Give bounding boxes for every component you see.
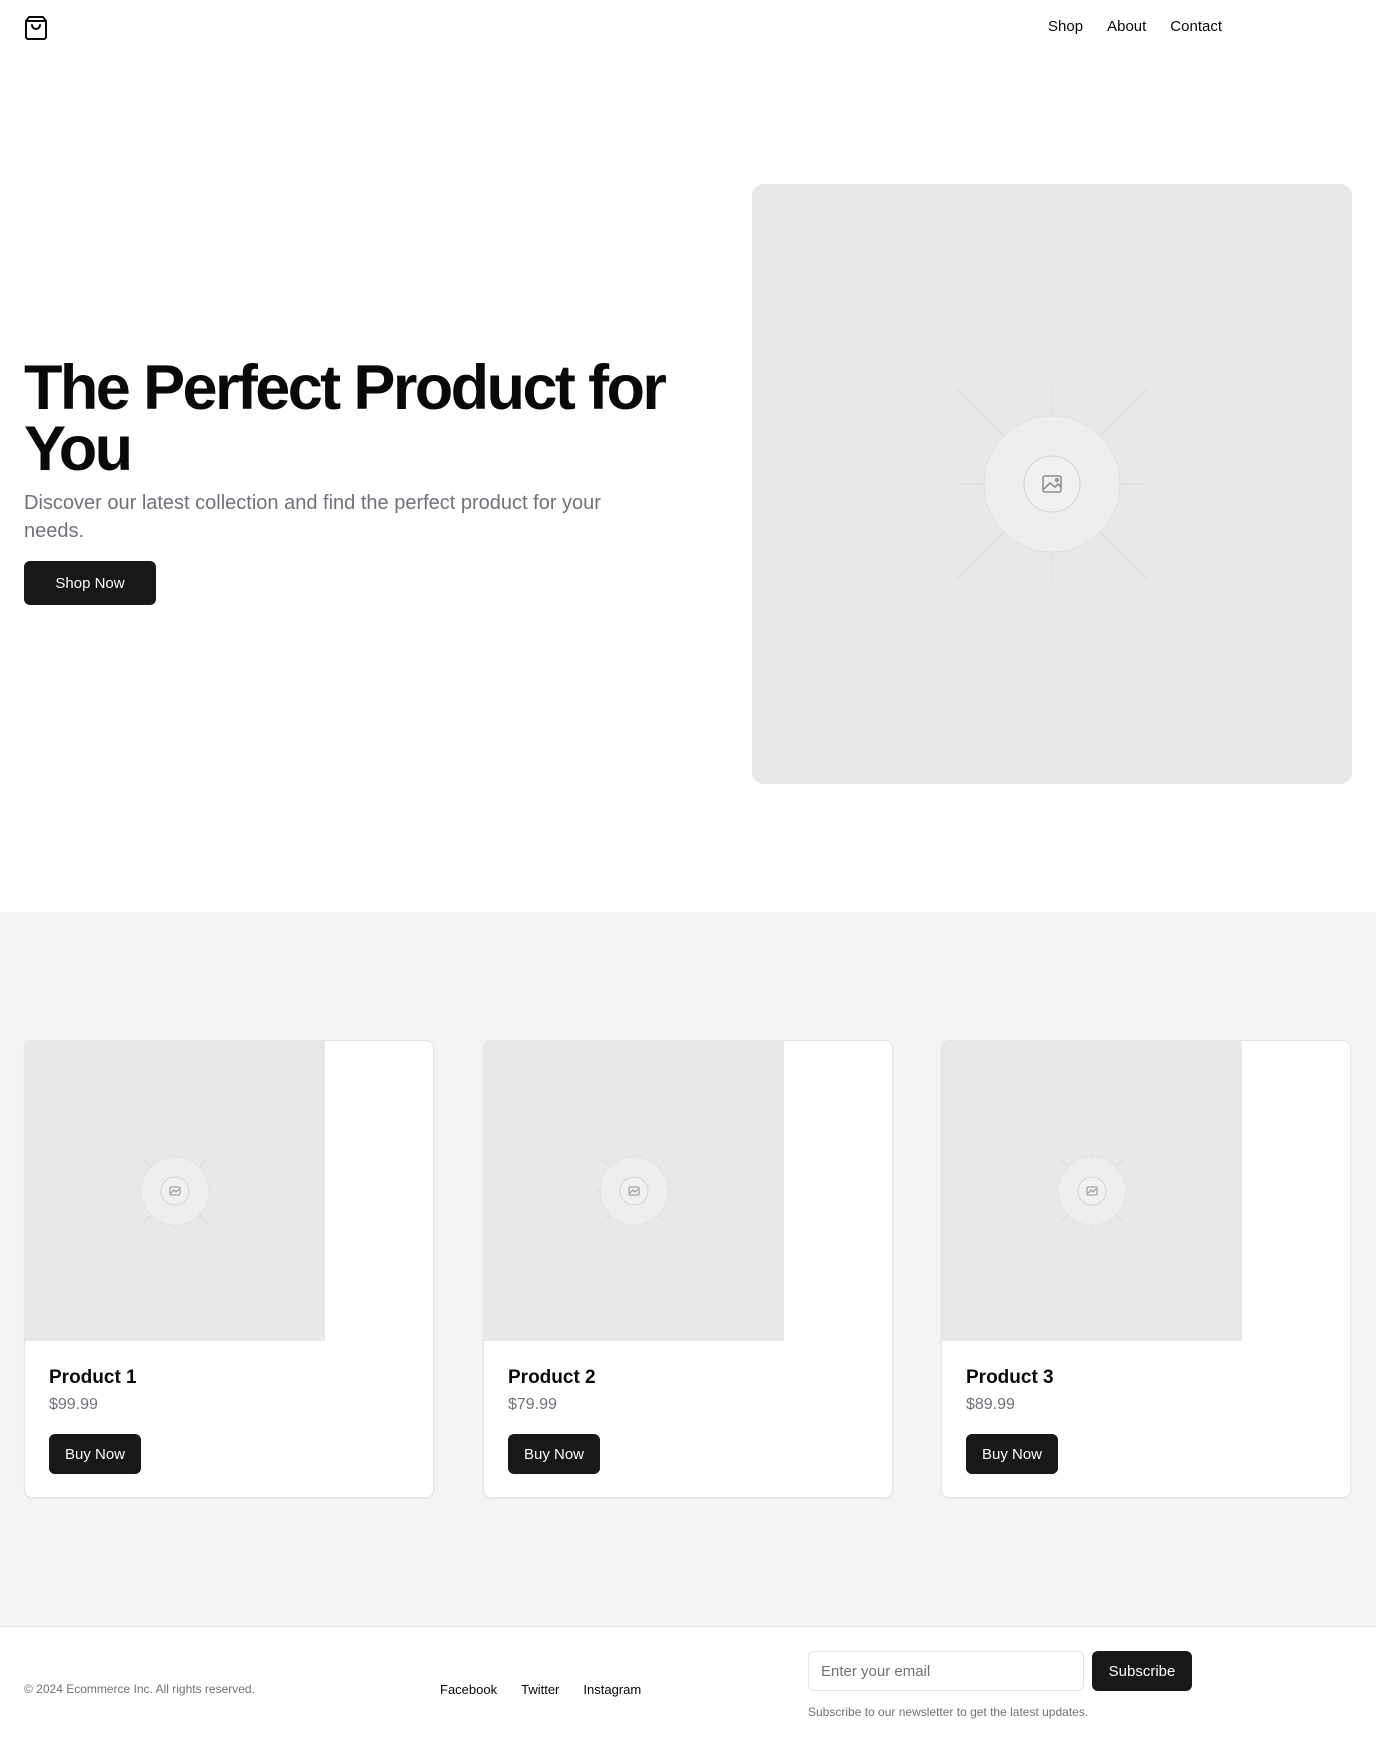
image-placeholder-icon [1054,1153,1130,1229]
nav-shop-link[interactable]: Shop [1048,18,1083,35]
social-links: Facebook Twitter Instagram [440,1682,641,1697]
site-footer: © 2024 Ecommerce Inc. All rights reserve… [0,1626,1376,1739]
nav-about-link[interactable]: About [1107,18,1146,35]
main-nav: Shop About Contact [1048,18,1222,35]
product-price: $89.99 [966,1396,1015,1413]
subscribe-button[interactable]: Subscribe [1092,1651,1192,1691]
image-placeholder-icon [596,1153,672,1229]
product-image[interactable] [484,1041,784,1341]
image-placeholder-icon [137,1153,213,1229]
product-name: Product 2 [508,1367,596,1388]
newsletter-note: Subscribe to our newsletter to get the l… [808,1705,1089,1719]
product-name: Product 3 [966,1367,1054,1388]
hero-title: The Perfect Product for You [24,353,667,484]
product-price: $99.99 [49,1396,98,1413]
product-image[interactable] [942,1041,1242,1341]
shop-now-button[interactable]: Shop Now [24,561,156,605]
product-name: Product 1 [49,1367,137,1388]
buy-now-button[interactable]: Buy Now [49,1434,141,1474]
product-card: Product 2 $79.99 Buy Now [483,1040,893,1498]
copyright-text: © 2024 Ecommerce Inc. All rights reserve… [24,1682,255,1696]
nav-contact-link[interactable]: Contact [1170,18,1222,35]
buy-now-button[interactable]: Buy Now [508,1434,600,1474]
instagram-link[interactable]: Instagram [583,1682,641,1697]
product-image[interactable] [25,1041,325,1341]
email-input[interactable] [808,1651,1084,1691]
hero-subtitle: Discover our latest collection and find … [24,492,601,542]
product-price: $79.99 [508,1396,557,1413]
facebook-link[interactable]: Facebook [440,1682,497,1697]
buy-now-button[interactable]: Buy Now [966,1434,1058,1474]
product-card: Product 3 $89.99 Buy Now [941,1040,1351,1498]
site-header: Shop About Contact [0,0,1376,56]
product-card: Product 1 $99.99 Buy Now [24,1040,434,1498]
products-section: Product 1 $99.99 Buy Now Product 2 $79.9… [0,912,1376,1626]
hero-image [752,184,1352,784]
twitter-link[interactable]: Twitter [521,1682,559,1697]
shopping-bag-icon[interactable] [24,15,48,41]
image-placeholder-icon [956,388,1148,580]
